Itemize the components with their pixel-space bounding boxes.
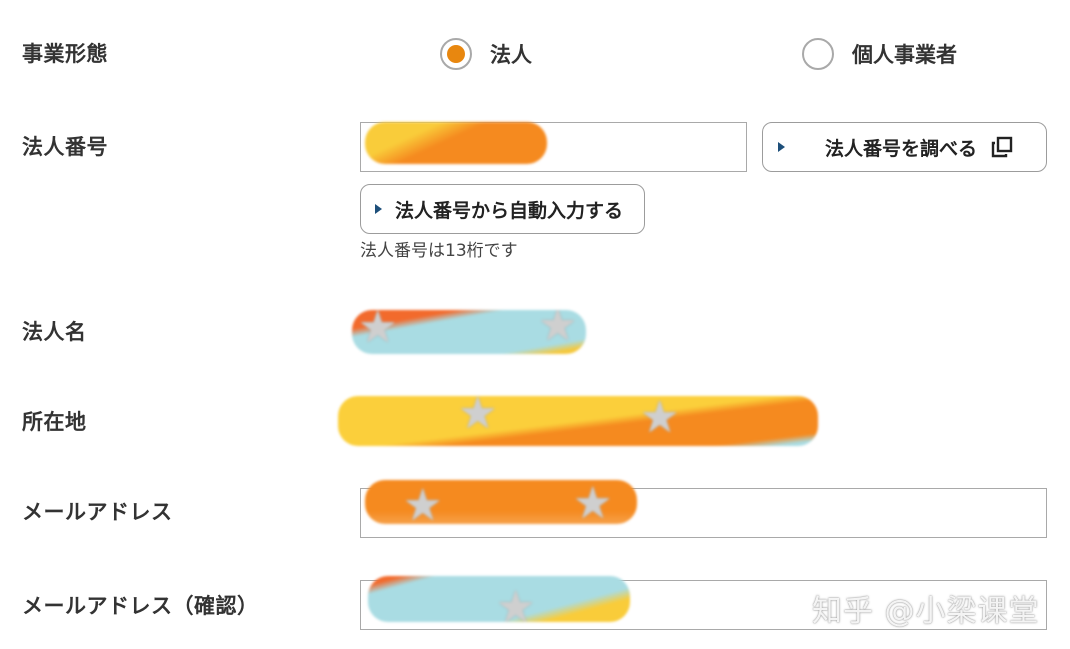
star-icon: ★ <box>458 396 498 439</box>
radio-corporation-label: 法人 <box>490 43 532 67</box>
corp-number-label: 法人番号 <box>22 135 108 159</box>
corp-number-hint: 法人番号は13桁です <box>360 241 518 261</box>
star-icon: ★ <box>403 480 443 525</box>
star-icon: ★ <box>358 310 398 353</box>
redaction-mark <box>365 122 547 164</box>
autofill-corp-number-label: 法人番号から自動入力する <box>395 199 624 222</box>
autofill-corp-number-button[interactable]: 法人番号から自動入力する <box>360 184 645 234</box>
email-label: メールアドレス <box>22 500 173 524</box>
radio-corporation[interactable]: 法人 <box>440 36 532 72</box>
corp-name-label: 法人名 <box>22 320 87 344</box>
email-confirm-label: メールアドレス（確認） <box>22 594 259 618</box>
business-type-label: 事業形態 <box>22 42 108 66</box>
redaction-mark: ★ ★ <box>338 396 818 446</box>
star-icon: ★ <box>496 582 536 623</box>
star-icon: ★ <box>573 480 613 525</box>
caret-right-icon <box>375 204 382 214</box>
address-label: 所在地 <box>22 410 87 434</box>
redaction-mark: ★ ★ <box>365 480 637 524</box>
lookup-corp-number-label: 法人番号を調べる <box>825 137 978 160</box>
redaction-mark: ★ ★ <box>352 310 586 354</box>
star-icon: ★ <box>538 310 578 351</box>
radio-sole-proprietor-label: 個人事業者 <box>852 43 957 67</box>
radio-corporation-circle[interactable] <box>440 38 472 70</box>
radio-sole-proprietor-circle[interactable] <box>802 38 834 70</box>
external-window-icon <box>991 136 1013 158</box>
lookup-corp-number-button[interactable]: 法人番号を調べる <box>762 122 1047 172</box>
redaction-mark: ★ <box>368 576 630 622</box>
star-icon: ★ <box>640 396 680 443</box>
caret-right-icon <box>778 142 785 152</box>
watermark: 知乎 @小梁课堂 <box>812 594 1040 629</box>
radio-sole-proprietor[interactable]: 個人事業者 <box>802 36 957 72</box>
